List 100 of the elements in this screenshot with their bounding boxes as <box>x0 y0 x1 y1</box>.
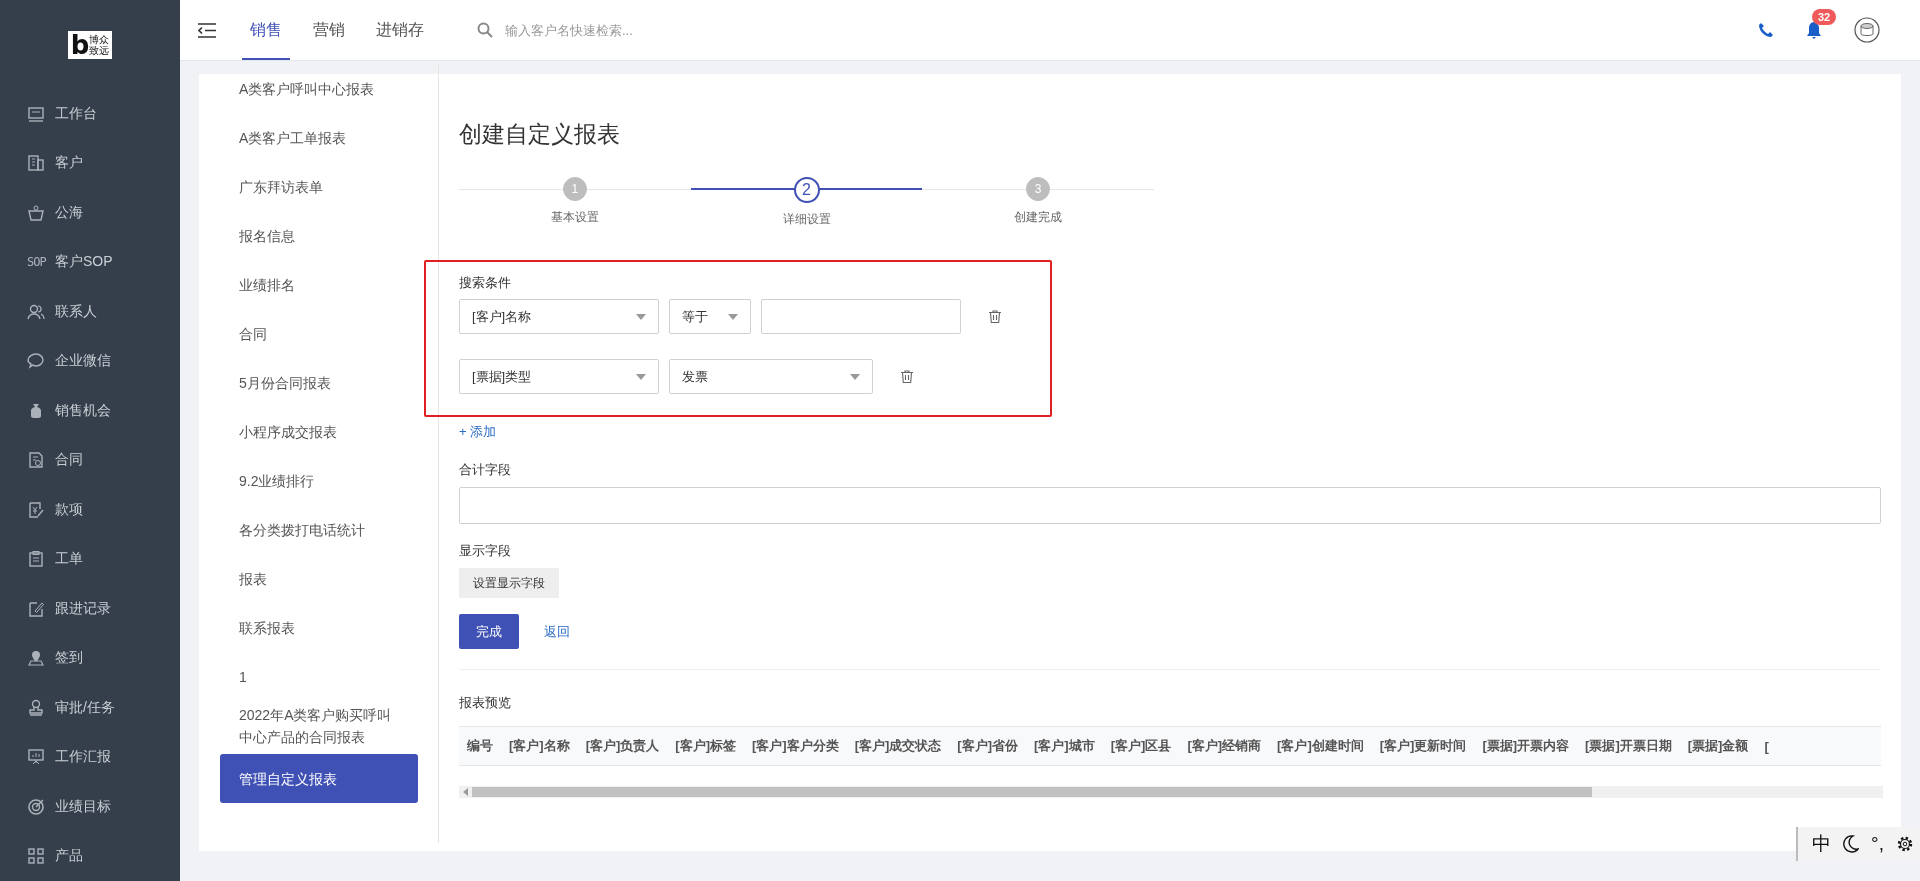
column-header: [客户]标签 <box>674 737 737 755</box>
report-list-item[interactable]: 管理自定义报表 <box>220 754 418 803</box>
report-list-item[interactable]: 2022年A类客户购买呼叫中心产品的合同报表 <box>220 701 418 750</box>
sidebar-item[interactable]: 业绩目标 <box>0 782 180 832</box>
sidebar-item[interactable]: 签到 <box>0 633 180 683</box>
report-list-item[interactable]: 9.2业绩排行 <box>220 456 418 505</box>
report-list-item[interactable]: 业绩排名 <box>220 260 418 309</box>
column-header: [ <box>1763 738 1770 754</box>
column-header: [客户]客户分类 <box>751 737 840 755</box>
sidebar-item[interactable]: 审批/任务 <box>0 683 180 733</box>
sidebar-label: 工作汇报 <box>55 748 111 767</box>
horizontal-scrollbar[interactable] <box>459 786 1883 798</box>
report-list-item[interactable]: 联系报表 <box>220 603 418 652</box>
report-list-item[interactable]: 报表 <box>220 554 418 603</box>
section-label: 显示字段 <box>459 542 512 560</box>
sidebar-item[interactable]: 款项 <box>0 485 180 535</box>
stamp-icon <box>27 698 45 717</box>
step-label: 基本设置 <box>550 209 599 226</box>
punctuation-toggle[interactable]: °, <box>1871 833 1884 855</box>
report-list-item[interactable]: A类客户呼叫中心报表 <box>220 64 418 113</box>
sidebar-item[interactable]: 销售机会 <box>0 386 180 436</box>
finish-button[interactable]: 完成 <box>459 614 519 649</box>
presentation-board-icon <box>27 748 45 767</box>
column-header: [票据]金额 <box>1686 737 1750 755</box>
sidebar-label: 款项 <box>55 500 83 519</box>
yen-document-icon <box>27 500 45 519</box>
value-input[interactable] <box>761 299 961 334</box>
report-list-item[interactable]: 1 <box>220 652 418 701</box>
sidebar-label: 客户 <box>55 154 83 173</box>
section-label: 报表预览 <box>459 694 512 712</box>
edit-icon <box>27 599 45 618</box>
column-header: [客户]经销商 <box>1186 737 1263 755</box>
column-header: [客户]负责人 <box>584 737 661 755</box>
sidebar-item[interactable]: 工作台 <box>0 89 180 139</box>
sidebar-label: 联系人 <box>55 302 97 321</box>
field-select[interactable]: [票据]类型 <box>459 359 659 394</box>
report-list-item[interactable]: 报名信息 <box>220 211 418 260</box>
location-pin-icon <box>27 649 45 668</box>
sidebar-label: 业绩目标 <box>55 797 111 816</box>
column-header: [客户]创建时间 <box>1276 737 1365 755</box>
back-link[interactable]: 返回 <box>544 622 570 641</box>
value-select[interactable]: 发票 <box>669 359 873 394</box>
target-icon <box>27 797 45 816</box>
sidebar-item[interactable]: 产品 <box>0 831 180 881</box>
column-header: [票据]开票内容 <box>1481 737 1571 755</box>
building-icon <box>27 154 45 173</box>
sidebar-item[interactable]: 合同 <box>0 435 180 485</box>
sidebar-label: 合同 <box>55 451 83 470</box>
basket-icon <box>27 203 45 222</box>
ime-mode[interactable]: 中 <box>1812 831 1832 857</box>
report-list-item[interactable]: 各分类拨打电话统计 <box>220 505 418 554</box>
sop-icon: SOP <box>27 255 45 270</box>
avatar-icon[interactable] <box>1854 17 1880 43</box>
column-header: [客户]城市 <box>1033 737 1096 755</box>
sidebar-label: 客户SOP <box>55 253 113 272</box>
set-display-fields-button[interactable]: 设置显示字段 <box>459 568 559 598</box>
step-circle: 3 <box>1026 177 1051 201</box>
notification-badge: 32 <box>1812 9 1837 25</box>
bell-icon[interactable] <box>1806 21 1822 39</box>
field-select[interactable]: [客户]名称 <box>459 299 659 334</box>
sidebar-item[interactable]: 公海 <box>0 188 180 238</box>
moon-icon[interactable] <box>1843 835 1860 853</box>
add-link[interactable]: + 添加 <box>459 423 1881 441</box>
column-header: [客户]区县 <box>1109 737 1173 755</box>
operator-select[interactable]: 等于 <box>669 299 751 334</box>
section-label: 搜索条件 <box>459 274 512 292</box>
trash-icon[interactable] <box>901 370 913 383</box>
report-list-item[interactable]: A类客户工单报表 <box>220 113 418 162</box>
nav-tab[interactable]: 进销存 <box>368 0 432 60</box>
column-header: [客户]名称 <box>508 737 571 755</box>
search-icon <box>477 22 493 38</box>
trash-icon[interactable] <box>989 310 1001 323</box>
sidebar-label: 工作台 <box>55 104 97 123</box>
sum-field-input[interactable] <box>459 487 1881 524</box>
sidebar-item[interactable]: 工作汇报 <box>0 732 180 782</box>
sidebar-item[interactable]: 工单 <box>0 534 180 584</box>
settings-icon[interactable] <box>1896 835 1914 853</box>
phone-icon[interactable] <box>1758 22 1774 38</box>
monitor-icon <box>27 104 45 123</box>
step-label: 详细设置 <box>782 211 831 228</box>
sidebar-item[interactable]: 联系人 <box>0 287 180 337</box>
caret-icon <box>850 373 860 380</box>
report-list-item[interactable]: 小程序成交报表 <box>220 407 418 456</box>
sidebar-item[interactable]: 客户 <box>0 138 180 188</box>
column-header: [客户]更新时间 <box>1378 737 1468 755</box>
column-header: [客户]省份 <box>956 737 1020 755</box>
report-list-item[interactable]: 合同 <box>220 309 418 358</box>
report-list-item[interactable]: 广东拜访表单 <box>220 162 418 211</box>
grid-icon <box>27 847 45 866</box>
nav-tab[interactable]: 销售 <box>242 0 290 60</box>
menu-collapse-icon[interactable] <box>198 22 216 38</box>
sidebar-item[interactable]: 跟进记录 <box>0 584 180 634</box>
step-circle: 1 <box>562 177 587 201</box>
sidebar-item[interactable]: SOP 客户SOP <box>0 237 180 287</box>
step-circle: 2 <box>793 177 820 203</box>
sidebar-label: 审批/任务 <box>55 698 115 717</box>
nav-tab[interactable]: 营销 <box>305 0 353 60</box>
report-list-item[interactable]: 5月份合同报表 <box>220 358 418 407</box>
sidebar-item[interactable]: 企业微信 <box>0 336 180 386</box>
sidebar-label: 公海 <box>55 203 83 222</box>
